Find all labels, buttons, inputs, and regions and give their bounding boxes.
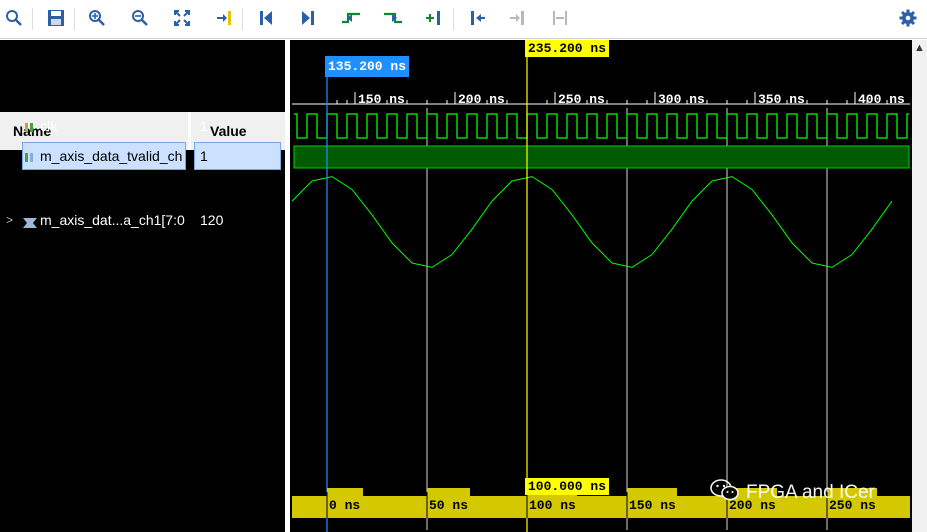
go-to-start-icon[interactable] bbox=[255, 7, 277, 29]
signal-value: 1 bbox=[200, 148, 208, 164]
bit-signal-icon bbox=[24, 150, 36, 162]
signal-value: 120 bbox=[200, 212, 224, 228]
next-transition-icon[interactable] bbox=[382, 7, 404, 29]
waveform-view[interactable]: 150 ns 200 ns 250 ns 300 ns 350 ns 400 n… bbox=[290, 40, 912, 532]
bit-signal-icon bbox=[24, 120, 36, 132]
signal-name: clk bbox=[40, 118, 58, 134]
ruler-label: 250 ns bbox=[558, 92, 605, 107]
next-marker-icon[interactable] bbox=[507, 7, 529, 29]
expand-chevron-icon[interactable]: > bbox=[6, 213, 13, 227]
bus-signal-icon bbox=[23, 215, 37, 228]
signal-list-panel: Name Value clk 1 m_axis_data_tvalid_ch 1… bbox=[0, 40, 285, 532]
bus-analog-waveform bbox=[291, 176, 893, 268]
zoom-out-icon[interactable] bbox=[129, 7, 151, 29]
main-cursor-label[interactable]: 135.200 ns bbox=[325, 56, 410, 77]
go-to-end-icon[interactable] bbox=[297, 7, 319, 29]
wechat-icon bbox=[710, 478, 740, 508]
previous-marker-icon[interactable] bbox=[466, 7, 488, 29]
delta-ruler-label: 100 ns bbox=[529, 498, 576, 513]
zoom-in-icon[interactable] bbox=[86, 7, 108, 29]
signal-name: m_axis_dat...a_ch1[7:0 bbox=[40, 212, 185, 228]
delta-ruler-label: 50 ns bbox=[429, 498, 468, 513]
watermark: FPGA and ICer bbox=[710, 478, 875, 508]
signal-row-tvalid[interactable]: m_axis_data_tvalid_ch 1 bbox=[0, 142, 285, 170]
vertical-scrollbar[interactable]: ▲ bbox=[912, 40, 927, 532]
ruler-label: 400 ns bbox=[858, 92, 905, 107]
signal-name: m_axis_data_tvalid_ch bbox=[40, 148, 183, 164]
delta-ruler-label: 0 ns bbox=[329, 498, 360, 513]
delta-time-label: 100.000 ns bbox=[525, 478, 610, 495]
swap-cursors-icon[interactable] bbox=[549, 7, 571, 29]
secondary-cursor-label[interactable]: 235.200 ns bbox=[525, 40, 610, 57]
scroll-up-icon[interactable]: ▲ bbox=[914, 42, 925, 54]
save-icon[interactable] bbox=[45, 7, 67, 29]
ruler-label: 200 ns bbox=[458, 92, 505, 107]
add-marker-icon[interactable] bbox=[423, 7, 445, 29]
previous-transition-icon[interactable] bbox=[340, 7, 362, 29]
clk-waveform bbox=[294, 113, 909, 139]
tvalid-waveform bbox=[293, 145, 910, 169]
search-icon[interactable] bbox=[3, 7, 25, 29]
zoom-fit-icon[interactable] bbox=[171, 7, 193, 29]
settings-icon[interactable] bbox=[897, 7, 919, 29]
signal-value: 1 bbox=[200, 118, 208, 134]
delta-ruler-label: 150 ns bbox=[629, 498, 676, 513]
ruler-label: 150 ns bbox=[358, 92, 405, 107]
signal-row-bus[interactable]: > m_axis_dat...a_ch1[7:0 120 bbox=[0, 208, 285, 232]
waveform-toolbar bbox=[0, 0, 927, 39]
ruler-label: 300 ns bbox=[658, 92, 705, 107]
signal-row-clk[interactable]: clk 1 bbox=[0, 114, 285, 138]
go-to-cursor-icon[interactable] bbox=[213, 7, 235, 29]
ruler-label: 350 ns bbox=[758, 92, 805, 107]
